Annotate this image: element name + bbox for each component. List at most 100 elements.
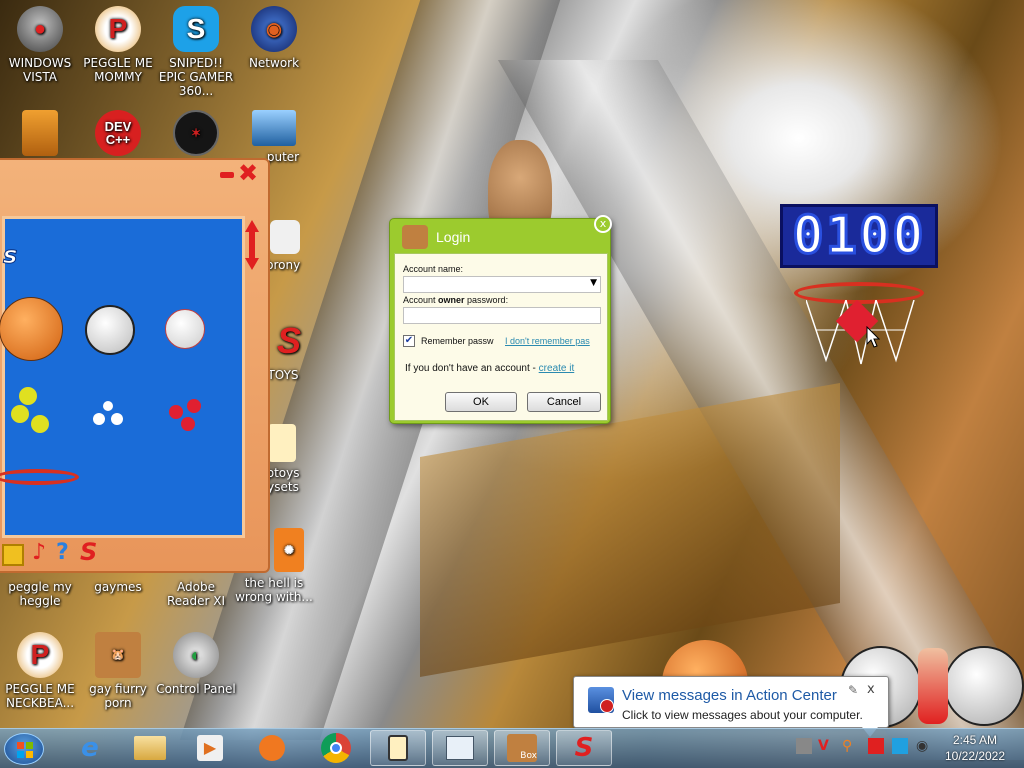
media-player-icon: ▶ bbox=[197, 735, 223, 761]
taskbar-document-app[interactable] bbox=[432, 730, 488, 766]
create-account-link[interactable]: create it bbox=[539, 363, 575, 374]
desktop-icon-label: PEGGLE ME MOMMY bbox=[83, 56, 153, 84]
red-ball-icon[interactable] bbox=[187, 399, 201, 413]
file-explorer-icon bbox=[134, 736, 166, 760]
notification-title[interactable]: View messages in Action Center bbox=[622, 687, 837, 704]
wallpaper-panel bbox=[420, 382, 840, 678]
dropdown-arrow-icon[interactable]: ▼ bbox=[590, 278, 597, 288]
start-button[interactable] bbox=[4, 733, 44, 765]
s-game-app-icon: S bbox=[574, 733, 594, 763]
document-app-icon bbox=[446, 736, 474, 760]
tray-flag-icon[interactable] bbox=[868, 738, 884, 754]
taskbar-s-game-app[interactable]: S bbox=[556, 730, 612, 766]
desktop-icon-adobe-reader[interactable]: Adobe Reader XI bbox=[156, 580, 236, 608]
tennis-ball-icon[interactable] bbox=[11, 405, 29, 423]
devcpp-icon: DEV C++ bbox=[95, 110, 141, 156]
error-badge-icon bbox=[600, 699, 614, 713]
tennis-ball-icon[interactable] bbox=[31, 415, 49, 433]
tray-search-icon[interactable]: ⚲ bbox=[842, 738, 858, 754]
desktop-icon-dark-app[interactable]: ✶ bbox=[156, 110, 236, 160]
tray-app-icon[interactable] bbox=[796, 738, 812, 754]
forgot-password-link[interactable]: I don't remember pas bbox=[505, 336, 590, 346]
desktop-icon-gaymes[interactable]: gaymes bbox=[78, 580, 158, 594]
soccer-ball-icon[interactable] bbox=[85, 305, 135, 355]
no-account-text: If you don't have an account - create it bbox=[405, 363, 574, 374]
password-label: Account owner password: bbox=[403, 295, 508, 305]
password-label-post: password: bbox=[464, 295, 509, 305]
desktop-icon-devcpp[interactable]: DEV C++ bbox=[78, 110, 158, 160]
desktop-icon-peggle-me-neckbea[interactable]: P PEGGLE ME NECKBEA... bbox=[0, 632, 80, 710]
remember-checkbox[interactable]: ✔ bbox=[403, 335, 415, 347]
player-figure-decoration bbox=[918, 648, 948, 724]
scroll-arrows[interactable] bbox=[245, 220, 259, 270]
game-block-icon bbox=[22, 110, 58, 156]
desktop-icon-peggle-my-heggle[interactable]: peggle my heggle bbox=[0, 580, 80, 608]
desktop-icon-label: PEGGLE ME NECKBEA... bbox=[5, 682, 75, 710]
ok-button[interactable]: OK bbox=[445, 392, 517, 412]
hamster-app-icon bbox=[402, 225, 428, 249]
taskbar-hamster-box-app[interactable]: Box bbox=[494, 730, 550, 766]
taskbar-file-explorer[interactable] bbox=[122, 730, 178, 766]
minimize-button[interactable] bbox=[220, 172, 234, 178]
desktop-icon-gay-fiurry[interactable]: 🐹 gay fiurry porn bbox=[78, 632, 158, 710]
s-logo-icon[interactable]: S bbox=[80, 538, 97, 566]
taskbar-media-player[interactable]: ▶ bbox=[182, 730, 238, 766]
password-field[interactable] bbox=[403, 307, 601, 324]
cancel-button[interactable]: Cancel bbox=[527, 392, 601, 412]
s-logo-icon: S bbox=[276, 320, 301, 361]
ping-pong-ball-icon[interactable] bbox=[103, 401, 113, 411]
soccer-ball-decoration bbox=[944, 646, 1024, 726]
flash-icon: ✺ bbox=[274, 528, 304, 572]
desktop-icon-network[interactable]: ◉ Network bbox=[234, 6, 314, 70]
game-selection-panel: s bbox=[0, 216, 245, 538]
taskbar-lantern-app[interactable] bbox=[370, 730, 426, 766]
desktop-icon-label: gaymes bbox=[94, 580, 142, 594]
desktop-icon-computer[interactable]: puter bbox=[234, 110, 314, 164]
yellow-square-button[interactable] bbox=[2, 544, 24, 566]
lantern-app-icon bbox=[388, 735, 408, 761]
hamster-box-icon: 🐹 bbox=[95, 632, 141, 678]
action-center-flag-icon bbox=[588, 687, 614, 713]
basketball-game-window[interactable]: ✖ s ♪ ? S bbox=[0, 158, 270, 573]
computer-icon bbox=[252, 110, 296, 146]
desktop-icon-sniped[interactable]: S SNIPED!! EPIC GAMER 360... bbox=[156, 6, 236, 98]
login-dialog[interactable]: Login x Account name: ▼ Account owner pa… bbox=[389, 215, 612, 424]
help-icon[interactable]: ? bbox=[56, 540, 69, 565]
music-note-icon[interactable]: ♪ bbox=[32, 540, 46, 565]
hoop-icon[interactable] bbox=[0, 469, 79, 485]
password-label-pre: Account bbox=[403, 295, 439, 305]
tray-volume-icon[interactable]: ◉ bbox=[916, 738, 932, 754]
peggle-icon: P bbox=[17, 632, 63, 678]
taskbar-chrome[interactable] bbox=[308, 730, 364, 766]
account-name-field[interactable]: ▼ bbox=[403, 276, 601, 293]
tennis-ball-icon[interactable] bbox=[19, 387, 37, 405]
close-button[interactable]: x bbox=[594, 215, 612, 233]
hamster-box-app-icon: Box bbox=[507, 734, 537, 762]
close-button[interactable]: ✖ bbox=[238, 161, 260, 185]
taskbar-uc-browser[interactable] bbox=[244, 730, 300, 766]
ping-pong-ball-icon[interactable] bbox=[111, 413, 123, 425]
settings-wrench-icon[interactable]: ✎ bbox=[848, 683, 858, 697]
red-ball-icon[interactable] bbox=[181, 417, 195, 431]
ping-pong-ball-icon[interactable] bbox=[93, 413, 105, 425]
desktop-icon-game-block[interactable] bbox=[0, 110, 80, 160]
game-window-titlebar[interactable] bbox=[0, 160, 268, 214]
desktop-icon-label: Network bbox=[248, 56, 300, 70]
tray-v-icon[interactable]: V bbox=[818, 738, 834, 754]
clock-time: 2:45 AM bbox=[952, 733, 998, 747]
desktop-icon-label: gay fiurry porn bbox=[89, 682, 147, 710]
taskbar-internet-explorer[interactable]: e bbox=[62, 730, 118, 766]
basketball-icon[interactable] bbox=[0, 297, 63, 361]
red-ball-icon[interactable] bbox=[169, 405, 183, 419]
desktop-icon-label: peggle my heggle bbox=[8, 580, 72, 608]
desktop-icon-label: Adobe Reader XI bbox=[166, 580, 226, 608]
desktop-icon-label: Control Panel bbox=[156, 682, 236, 696]
desktop-icon-control-panel[interactable]: ◐ Control Panel bbox=[156, 632, 236, 696]
desktop-icon-peggle-me-mommy[interactable]: P PEGGLE ME MOMMY bbox=[78, 6, 158, 84]
desktop-icon-windows-vista[interactable]: ● WINDOWS VISTA bbox=[0, 6, 80, 84]
close-button[interactable]: x bbox=[867, 682, 875, 697]
tray-network-icon[interactable] bbox=[892, 738, 908, 754]
baseball-icon[interactable] bbox=[165, 309, 205, 349]
action-center-notification[interactable]: View messages in Action Center Click to … bbox=[573, 676, 889, 737]
system-clock[interactable]: 2:45 AM 10/22/2022 bbox=[940, 732, 1010, 764]
